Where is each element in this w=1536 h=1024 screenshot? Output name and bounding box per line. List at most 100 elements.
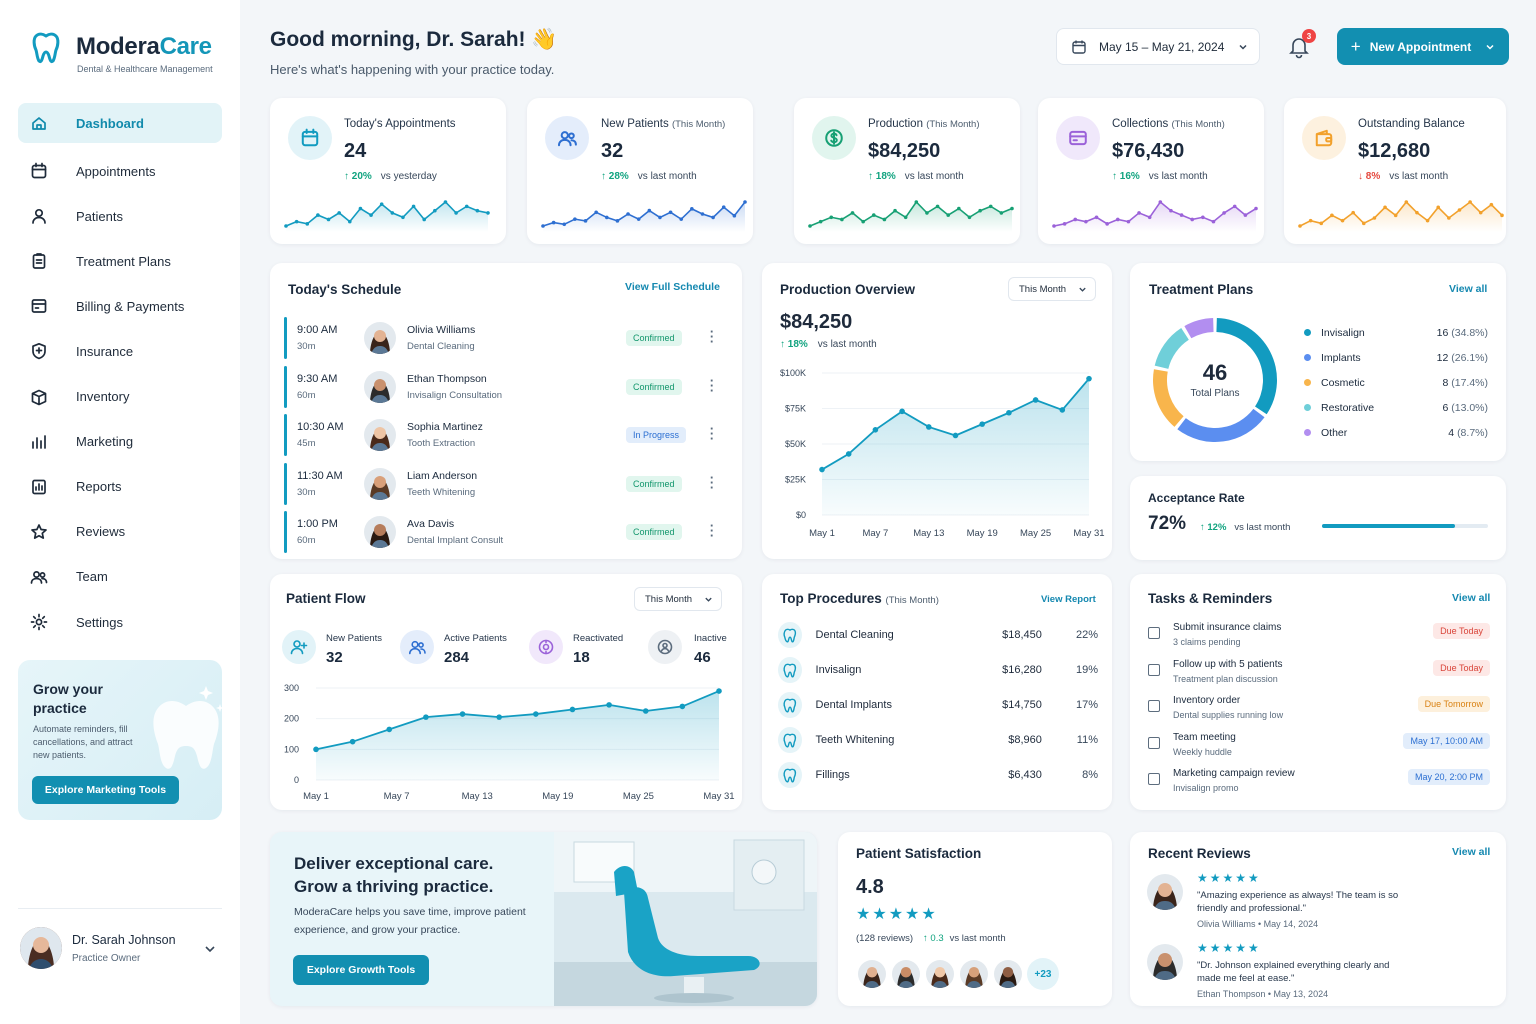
sidebar-item-reviews[interactable]: Reviews xyxy=(18,512,222,552)
chevron-down-icon[interactable] xyxy=(204,943,216,955)
patient-name: Liam Anderson xyxy=(407,469,478,482)
view-full-schedule-link[interactable]: View Full Schedule xyxy=(625,281,720,293)
procedure-row[interactable]: Fillings $6,430 8% xyxy=(778,760,1098,790)
kpi-label: New Patients (This Month) xyxy=(601,118,726,130)
sidebar-item-billing-payments[interactable]: Billing & Payments xyxy=(18,286,222,326)
chart-point xyxy=(1059,407,1066,413)
acceptance-rate-card: Acceptance Rate 72% ↑ 12% vs last month xyxy=(1130,476,1506,560)
task-checkbox[interactable] xyxy=(1148,773,1160,785)
donut-slice xyxy=(1184,318,1214,339)
treatment-total-label: Total Plans xyxy=(1190,388,1240,399)
more-options-icon[interactable]: · · · xyxy=(707,422,717,445)
patient-avatar xyxy=(364,419,396,451)
sidebar-item-reports[interactable]: Reports xyxy=(18,467,222,507)
task-checkbox[interactable] xyxy=(1148,663,1160,676)
treatment-view-all-link[interactable]: View all xyxy=(1449,283,1487,295)
kpi-delta: ↑ 18% vs last month xyxy=(868,171,964,182)
explore-marketing-button[interactable]: Explore Marketing Tools xyxy=(32,776,179,804)
task-checkbox[interactable] xyxy=(1148,736,1160,749)
appointment-duration: 60m xyxy=(297,535,316,546)
new-appointment-button[interactable]: + New Appointment xyxy=(1337,28,1509,65)
banner-headline: Deliver exceptional care. Grow a thriving… xyxy=(294,854,494,896)
sidebar-item-inventory[interactable]: Inventory xyxy=(18,377,222,417)
chart-point xyxy=(423,714,429,720)
sparkline-point xyxy=(1447,216,1451,220)
more-options-icon[interactable]: · · · xyxy=(707,519,717,542)
acceptance-delta: ↑ 12% vs last month xyxy=(1200,522,1291,533)
sparkline-point xyxy=(1126,219,1131,224)
procedure-row[interactable]: Dental Cleaning $18,450 22% xyxy=(778,620,1098,650)
greeting: Good morning, Dr. Sarah! 👋 xyxy=(270,28,558,51)
sidebar-item-treatment-plans[interactable]: Treatment Plans xyxy=(18,241,222,281)
y-tick-label: 0 xyxy=(294,775,299,785)
production-overview-card: Production Overview This Month $84,250 ↑… xyxy=(762,263,1112,559)
task-checkbox[interactable] xyxy=(1148,627,1160,639)
sparkline-point xyxy=(1404,200,1409,204)
sidebar-item-settings[interactable]: Settings xyxy=(18,602,222,642)
kpi-delta: ↓ 8% vs last month xyxy=(1358,171,1449,182)
sidebar-item-patients[interactable]: Patients xyxy=(18,196,222,236)
sparkline-point xyxy=(1436,205,1441,210)
sparkline-point xyxy=(978,208,982,213)
appointment-duration: 30m xyxy=(297,341,316,352)
kpi-card-today-s-appointments: Today's Appointments 24 ↑ 20% vs yesterday xyxy=(270,98,506,244)
patient-flow-period-select[interactable]: This Month xyxy=(634,587,722,611)
schedule-row[interactable]: 11:30 AM 30m Liam Anderson Teeth Whitening C… xyxy=(284,462,724,505)
view-report-link[interactable]: View Report xyxy=(1041,594,1096,605)
task-title: Submit insurance claims xyxy=(1173,622,1282,633)
folder-wallet-icon xyxy=(1302,116,1346,160)
sparkline-point xyxy=(925,211,929,215)
sparkline-point xyxy=(541,224,545,228)
sparkline-point xyxy=(433,208,437,213)
sparkline-point xyxy=(316,213,320,217)
tasks-reminders-card: Tasks & Reminders View all Submit insura… xyxy=(1130,574,1506,810)
user-profile[interactable]: Dr. Sarah Johnson Practice Owner xyxy=(18,908,222,988)
kpi-delta: ↑ 20% vs yesterday xyxy=(344,171,437,182)
date-range-picker[interactable]: May 15 – May 21, 2024 xyxy=(1056,28,1260,65)
sidebar-item-dashboard[interactable]: Dashboard xyxy=(18,103,222,143)
appointment-time: 9:30 AM xyxy=(297,372,338,385)
sidebar-item-marketing[interactable]: Marketing xyxy=(18,422,222,462)
legend-swatch xyxy=(1304,404,1311,411)
kpi-card-outstanding-balance: Outstanding Balance $12,680 ↓ 8% vs last mo… xyxy=(1284,98,1506,244)
reviewer-avatar xyxy=(890,958,922,990)
explore-growth-button[interactable]: Explore Growth Tools xyxy=(293,955,429,985)
box-icon xyxy=(30,388,62,406)
tasks-view-all-link[interactable]: View all xyxy=(1452,592,1490,604)
procedure-row[interactable]: Invisalign $16,280 19% xyxy=(778,655,1098,685)
sidebar-item-team[interactable]: Team xyxy=(18,557,222,597)
reviews-view-all-link[interactable]: View all xyxy=(1452,846,1490,858)
review-meta: Olivia Williams • May 14, 2024 xyxy=(1197,919,1319,929)
plus-icon: + xyxy=(1350,36,1361,56)
reviewer-avatar xyxy=(1147,944,1183,980)
sidebar-item-insurance[interactable]: Insurance xyxy=(18,331,222,371)
more-reviewers-badge[interactable]: +23 xyxy=(1027,958,1059,990)
schedule-row[interactable]: 9:30 AM 60m Ethan Thompson Invisalign Consu… xyxy=(284,365,724,408)
more-options-icon[interactable]: · · · xyxy=(707,374,717,397)
sidebar-item-appointments[interactable]: Appointments xyxy=(18,151,222,191)
schedule-row[interactable]: 10:30 AM 45m Sophia Martinez Tooth Extracti… xyxy=(284,414,724,456)
treatment-title: Treatment Plans xyxy=(1149,282,1254,297)
patient-name: Ethan Thompson xyxy=(407,372,487,385)
production-period-select[interactable]: This Month xyxy=(1008,277,1096,301)
sparkline-point xyxy=(1308,218,1313,223)
sparkline-point xyxy=(1222,211,1226,215)
more-options-icon[interactable]: · · · xyxy=(707,471,717,494)
y-tick-label: $25K xyxy=(785,475,806,485)
more-options-icon[interactable]: · · · xyxy=(707,325,717,348)
procedure-row[interactable]: Teeth Whitening $8,960 11% xyxy=(778,725,1098,755)
appointment-duration: 30m xyxy=(297,486,316,498)
sparkline-point xyxy=(1425,218,1430,223)
users-icon xyxy=(400,630,434,664)
schedule-row[interactable]: 1:00 PM 60m Ava Davis Dental Implant Consul… xyxy=(284,511,724,553)
sidebar-item-label: Billing & Payments xyxy=(76,298,185,314)
procedure-row[interactable]: Dental Implants $14,750 17% xyxy=(778,690,1098,720)
procedure-name: Invisalign xyxy=(815,664,862,676)
notifications-button[interactable]: 3 xyxy=(1286,29,1316,60)
patient-avatar xyxy=(364,516,396,548)
sparkline-point xyxy=(914,200,919,204)
stat-label: Active Patients xyxy=(444,633,507,644)
schedule-row[interactable]: 9:00 AM 30m Olivia Williams Dental Cleaning… xyxy=(284,317,724,359)
kpi-card-new-patients: New Patients (This Month) 32 ↑ 28% vs last … xyxy=(527,98,753,244)
task-checkbox[interactable] xyxy=(1148,700,1160,712)
